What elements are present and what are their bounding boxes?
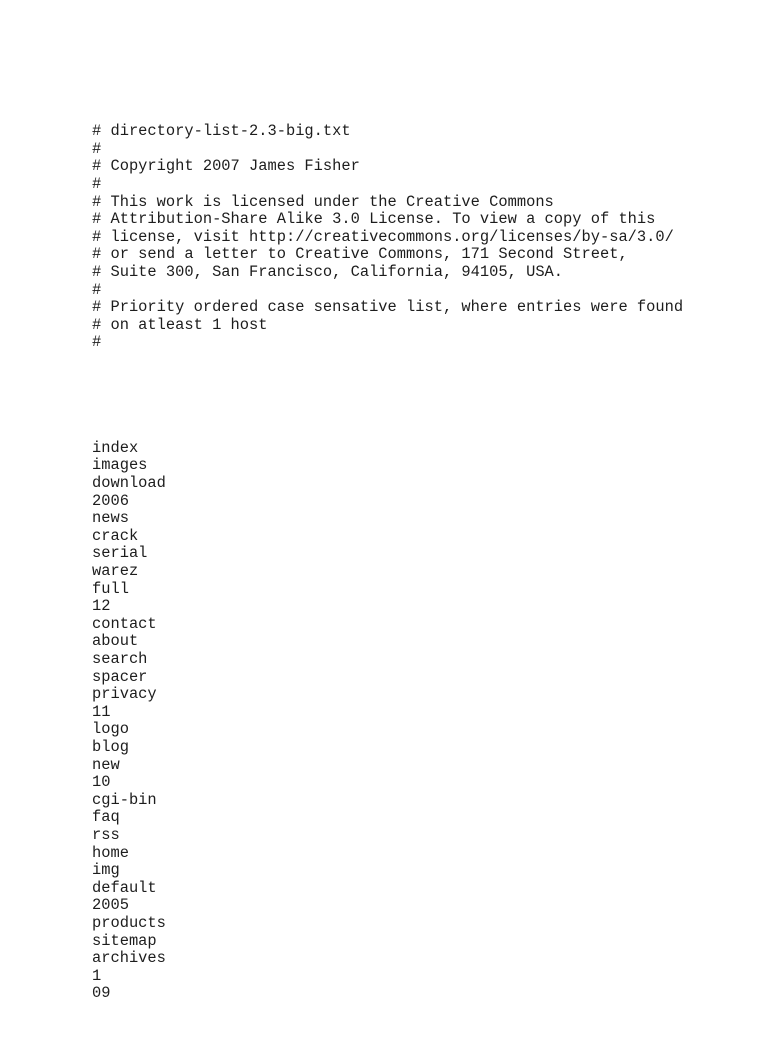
wordlist-entry: 2005	[92, 896, 129, 915]
wordlist-entry: contact	[92, 614, 157, 633]
comment-line: # on atleast 1 host	[92, 315, 268, 334]
wordlist-entry: blog	[92, 737, 129, 756]
comment-line: # Copyright 2007 James Fisher	[92, 157, 360, 176]
wordlist-entry: index	[92, 438, 139, 457]
wordlist-entry: default	[92, 878, 157, 897]
wordlist-entries-block: index images download 2006 news crack serial wa…	[92, 438, 692, 1003]
wordlist-entry: serial	[92, 544, 148, 563]
license-header-block: # directory-list-2.3-big.txt # # Copyright…	[92, 123, 692, 352]
wordlist-entry: 10	[92, 773, 111, 792]
wordlist-entry: logo	[92, 720, 129, 739]
wordlist-entry: faq	[92, 808, 120, 827]
wordlist-entry: cgi-bin	[92, 790, 157, 809]
document-page: # directory-list-2.3-big.txt # # Copyright…	[0, 0, 768, 1024]
comment-line: #	[92, 139, 102, 158]
wordlist-entry: about	[92, 632, 139, 651]
wordlist-entry: images	[92, 456, 148, 475]
plain-text-content: # directory-list-2.3-big.txt # # Copyright…	[92, 88, 692, 1038]
wordlist-entry: home	[92, 843, 129, 862]
wordlist-entry: crack	[92, 526, 139, 545]
wordlist-entry: img	[92, 861, 120, 880]
wordlist-entry: privacy	[92, 685, 157, 704]
wordlist-entry: products	[92, 913, 166, 932]
comment-line: # Suite 300, San Francisco, California, …	[92, 262, 564, 281]
wordlist-entry: new	[92, 755, 120, 774]
wordlist-entry: 09	[92, 984, 111, 1003]
wordlist-entry: 12	[92, 597, 111, 616]
wordlist-entry: download	[92, 474, 166, 493]
wordlist-entry: archives	[92, 949, 166, 968]
wordlist-entry: sitemap	[92, 931, 157, 950]
comment-line: #	[92, 174, 102, 193]
wordlist-entry: 1	[92, 966, 102, 985]
wordlist-entry: full	[92, 579, 129, 598]
wordlist-entry: search	[92, 650, 148, 668]
comment-line: # This work is licensed under the Creati…	[92, 192, 554, 211]
comment-line: # Priority ordered case sensative list, …	[92, 298, 684, 317]
wordlist-entry: spacer	[92, 667, 148, 686]
comment-line: # Attribution-Share Alike 3.0 License. T…	[92, 210, 656, 229]
comment-line: # or send a letter to Creative Commons, …	[92, 245, 628, 264]
comment-line: # license, visit http://creativecommons.…	[92, 227, 674, 246]
wordlist-entry: rss	[92, 825, 120, 844]
wordlist-entry: news	[92, 509, 129, 528]
wordlist-entry: warez	[92, 562, 139, 581]
wordlist-entry: 2006	[92, 491, 129, 510]
comment-line: # directory-list-2.3-big.txt	[92, 122, 351, 141]
wordlist-entry: 11	[92, 702, 111, 721]
comment-line: #	[92, 280, 102, 299]
comment-line: #	[92, 333, 102, 352]
blank-separator-line	[92, 387, 692, 405]
